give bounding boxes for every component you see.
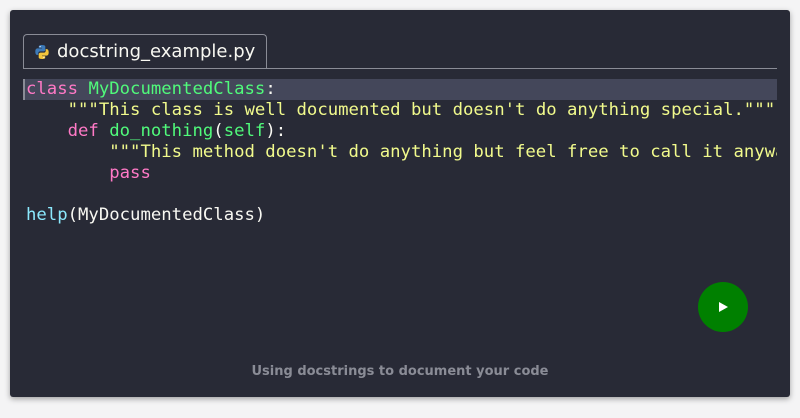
class-name-token: MyDocumentedClass	[88, 79, 266, 99]
run-button[interactable]	[698, 282, 748, 332]
file-tab-bar: docstring_example.py	[23, 34, 777, 69]
snippet-caption: Using docstrings to document your code	[251, 364, 549, 379]
code-line-4: """This method doesn't do anything but f…	[23, 142, 777, 163]
punct-token: :	[265, 79, 276, 99]
keyword-token: class	[26, 79, 79, 99]
punct-token: ):	[265, 121, 287, 141]
code-line-7: help(MyDocumentedClass)	[23, 205, 777, 226]
keyword-token: pass	[109, 163, 151, 183]
code-line-3: def do_nothing(self):	[23, 121, 777, 142]
builtin-token: help	[26, 205, 68, 225]
param-token: self	[223, 121, 266, 141]
python-icon	[35, 44, 49, 59]
code-line-5: pass	[23, 163, 777, 184]
punct-token: (	[213, 121, 224, 141]
docstring-token: """This class is well documented but doe…	[67, 100, 776, 120]
code-line-1: class MyDocumentedClass:	[23, 79, 777, 100]
args-token: (MyDocumentedClass)	[67, 205, 266, 225]
function-name-token: do_nothing	[109, 121, 214, 141]
keyword-token: def	[67, 121, 99, 141]
play-icon	[719, 302, 728, 312]
code-editor[interactable]: class MyDocumentedClass: """This class i…	[23, 79, 777, 249]
code-snippet-card: docstring_example.py class MyDocumentedC…	[10, 10, 790, 397]
code-line-2: """This class is well documented but doe…	[23, 100, 777, 121]
file-tab-label: docstring_example.py	[57, 41, 256, 62]
file-tab[interactable]: docstring_example.py	[23, 34, 268, 68]
docstring-token: """This method doesn't do anything but f…	[109, 142, 777, 162]
